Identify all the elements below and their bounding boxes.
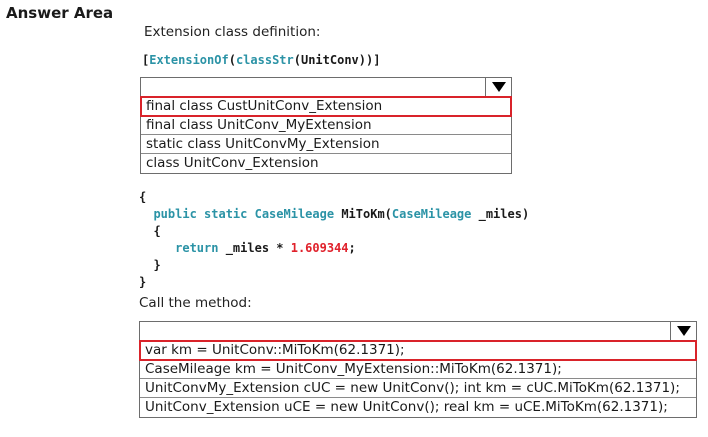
code-param-type: CaseMileage <box>391 207 472 221</box>
code-number-literal: 1.609344 <box>290 241 349 255</box>
call-option-1[interactable]: var km = UnitConv::MiToKm(62.1371); <box>139 340 697 361</box>
call-method-dropdown[interactable]: var km = UnitConv::MiToKm(62.1371); Case… <box>139 321 697 418</box>
call-method-label: Call the method: <box>139 295 252 311</box>
extension-class-label: Extension class definition: <box>144 24 321 40</box>
call-option-2[interactable]: CaseMileage km = UnitConv_MyExtension::M… <box>140 360 696 379</box>
attr-rest: (UnitConv))] <box>293 53 381 67</box>
code-return-keyword: return <box>175 241 219 255</box>
code-return-type: CaseMileage <box>254 207 335 221</box>
chevron-down-icon <box>491 82 506 92</box>
attr-paren: ( <box>228 53 236 67</box>
call-option-3[interactable]: UnitConvMy_Extension cUC = new UnitConv(… <box>140 379 696 398</box>
code-param-rest: _miles) <box>471 207 530 221</box>
attr-classstr-keyword: classStr <box>235 53 294 67</box>
code-line-6: } <box>139 275 147 289</box>
class-option-2[interactable]: final class UnitConv_MyExtension <box>141 116 511 135</box>
class-definition-dropdown[interactable]: final class CustUnitConv_Extension final… <box>140 77 512 174</box>
method-code-block: { public static CaseMileage MiToKm(CaseM… <box>139 189 529 291</box>
chevron-down-icon <box>676 326 691 336</box>
answer-area-heading: Answer Area <box>6 4 114 22</box>
call-method-dropdown-header[interactable] <box>140 322 696 341</box>
extension-attribute-code: [ExtensionOf(classStr(UnitConv))] <box>142 52 380 69</box>
class-option-4[interactable]: class UnitConv_Extension <box>141 154 511 173</box>
class-option-1[interactable]: final class CustUnitConv_Extension <box>140 96 512 117</box>
code-semicolon: ; <box>348 241 356 255</box>
call-option-4[interactable]: UnitConv_Extension uCE = new UnitConv();… <box>140 398 696 417</box>
code-method-name: MiToKm( <box>334 207 392 221</box>
code-modifiers: public static <box>153 207 248 221</box>
code-line-1: { <box>139 190 147 204</box>
call-method-dropdown-arrow[interactable] <box>670 322 696 340</box>
code-line-3: { <box>153 224 161 238</box>
attr-extensionof-keyword: ExtensionOf <box>149 53 229 67</box>
class-definition-dropdown-arrow[interactable] <box>485 78 511 96</box>
class-definition-dropdown-header[interactable] <box>141 78 511 97</box>
class-option-3[interactable]: static class UnitConvMy_Extension <box>141 135 511 154</box>
code-return-expr: _miles * <box>218 241 291 255</box>
code-line-5: } <box>153 258 161 272</box>
